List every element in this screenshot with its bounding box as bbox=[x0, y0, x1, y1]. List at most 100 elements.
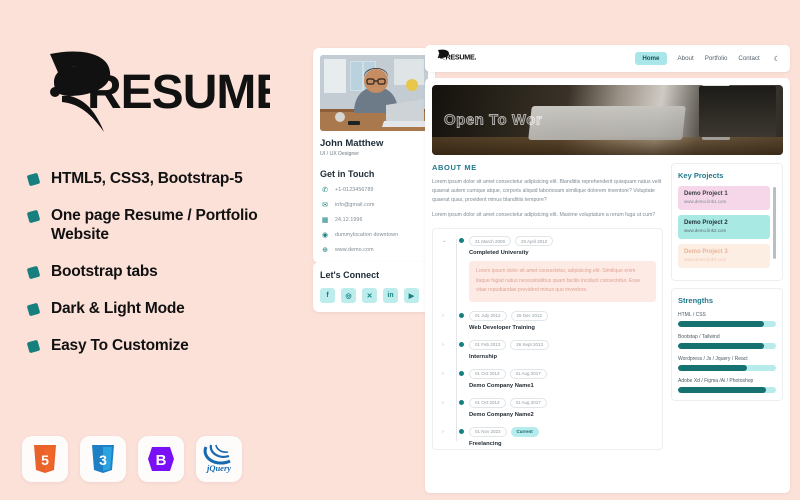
content-columns: ABOUT ME Lorem ipsum dolor sit amet cons… bbox=[432, 163, 783, 451]
contact-row-website[interactable]: ⊕ www.demo.com bbox=[320, 246, 428, 254]
globe-icon: ⊕ bbox=[322, 247, 328, 254]
chevron-right-icon[interactable]: › bbox=[442, 429, 444, 435]
main-column: ABOUT ME Lorem ipsum dolor sit amet cons… bbox=[432, 163, 663, 451]
chevron-down-icon[interactable]: ⌄ bbox=[442, 238, 447, 244]
project-card[interactable]: Demo Project 1 www.demo.link1.com bbox=[678, 186, 770, 210]
feature-item: Dark & Light Mode bbox=[26, 300, 288, 318]
projects-scrollbar[interactable] bbox=[773, 187, 776, 259]
svg-text:jQuery: jQuery bbox=[205, 463, 231, 473]
strengths-card: Strengths HTML / CSS Bootstap / Tailwind bbox=[671, 288, 783, 401]
chevron-right-icon[interactable]: › bbox=[442, 371, 444, 377]
timeline-title: Completed University bbox=[469, 250, 529, 257]
profile-role: UI / UX Designer bbox=[320, 151, 359, 157]
timeline-title: Demo Company Name1 bbox=[469, 382, 534, 389]
strengths-heading: Strengths bbox=[678, 296, 714, 305]
nav-link-home[interactable]: Home bbox=[635, 52, 667, 65]
chevron-right-icon[interactable]: › bbox=[442, 313, 444, 319]
about-heading: ABOUT ME bbox=[432, 163, 477, 172]
chevron-right-icon[interactable]: › bbox=[442, 400, 444, 406]
feature-item: One page Resume / Portfolio Website bbox=[26, 207, 288, 244]
project-card[interactable]: Demo Project 3 www.demo.link3.com bbox=[678, 244, 770, 268]
date-chip-start: 01 Oct 2013 bbox=[469, 368, 506, 379]
email-icon: ✉ bbox=[322, 202, 328, 209]
svg-text:3: 3 bbox=[99, 452, 107, 468]
resume-logo: RESUME. bbox=[30, 46, 288, 146]
strength-track bbox=[678, 321, 776, 327]
timeline-dot-icon bbox=[459, 428, 464, 434]
timeline-item[interactable]: › 01 Oct 2013 31 Aug 2017 Demo Company N… bbox=[439, 368, 656, 389]
timeline-dates: 01 Oct 2013 31 Aug 2017 bbox=[469, 368, 656, 379]
project-title: Demo Project 2 bbox=[684, 220, 728, 226]
contact-row-phone[interactable]: ✆ +1-0123456789 bbox=[320, 186, 428, 194]
project-url: www.demo.link2.com bbox=[684, 228, 727, 233]
timeline-title: Web Developer Training bbox=[469, 324, 535, 331]
projects-list: Demo Project 1 www.demo.link1.com Demo P… bbox=[678, 186, 776, 268]
timeline-item[interactable]: ⌄ 31 March 2009 25 April 2012 Completed … bbox=[439, 236, 656, 302]
strength-item: HTML / CSS bbox=[678, 312, 776, 327]
instagram-icon[interactable]: ◎ bbox=[341, 288, 356, 303]
moon-icon[interactable]: ☾ bbox=[774, 55, 780, 63]
navbar-links: Home About Portfolio Contact ☾ bbox=[635, 52, 780, 65]
logo-dot bbox=[50, 87, 60, 97]
project-title: Demo Project 1 bbox=[684, 191, 728, 197]
x-twitter-icon[interactable]: ✕ bbox=[362, 288, 377, 303]
timeline: ⌄ 31 March 2009 25 April 2012 Completed … bbox=[432, 228, 663, 451]
navbar-brand[interactable]: RESUME. bbox=[435, 49, 635, 68]
hero-headline: Open To Wor bbox=[444, 111, 543, 129]
date-chip-end: 26 Sept 2013 bbox=[510, 339, 550, 350]
timeline-item[interactable]: › 01 Feb 2013 26 Sept 2013 Internship bbox=[439, 339, 656, 360]
feature-list: HTML5, CSS3, Bootstrap-5 One page Resume… bbox=[26, 170, 288, 356]
html5-badge: 5 bbox=[22, 436, 68, 482]
project-url: www.demo.link3.com bbox=[684, 257, 727, 262]
resume-logo-graphic: RESUME. bbox=[50, 51, 270, 133]
jquery-icon: jQuery bbox=[203, 444, 231, 473]
site-column: RESUME. Home About Portfolio Contact ☾ O… bbox=[425, 45, 790, 493]
bootstrap-badge: B bbox=[138, 436, 184, 482]
about-paragraph-1: Lorem ipsum dolor sit amet consectetur a… bbox=[432, 179, 662, 204]
strength-label: Bootstap / Tailwind bbox=[678, 334, 720, 340]
key-projects-heading: Key Projects bbox=[678, 171, 724, 180]
date-chip-start: 01 Feb 2013 bbox=[469, 339, 507, 350]
nav-link-portfolio[interactable]: Portfolio bbox=[705, 55, 728, 62]
bullet-icon bbox=[26, 209, 41, 224]
timeline-dates: 01 Nov 2023 Current bbox=[469, 426, 656, 437]
strength-item: Adobe Xd / Figma /Ai / Photoshop bbox=[678, 378, 776, 393]
promo-panel: RESUME. HTML5, CSS3, Bootstrap-5 One pag… bbox=[0, 0, 310, 500]
navbar-logo-icon: RESUME. bbox=[437, 49, 477, 63]
nav-link-contact[interactable]: Contact bbox=[738, 55, 759, 62]
date-chip-end: 31 Aug 2017 bbox=[509, 368, 547, 379]
strength-fill bbox=[678, 343, 765, 349]
contact-value: +1-0123456789 bbox=[335, 187, 374, 193]
contact-row-birthdate: ▦ 24.12.1996 bbox=[320, 216, 428, 224]
timeline-item[interactable]: › 01 Nov 2023 Current Freelancing bbox=[439, 426, 656, 447]
css3-icon: 3 bbox=[92, 445, 114, 473]
profile-card: John Matthew UI / UX Designer Get in Tou… bbox=[313, 48, 435, 263]
date-chip-start: 31 March 2009 bbox=[469, 236, 512, 247]
hero-monitor bbox=[698, 86, 776, 137]
facebook-icon[interactable]: f bbox=[320, 288, 335, 303]
timeline-item[interactable]: › 01 July 2012 25 Dec 2012 Web Developer… bbox=[439, 310, 656, 331]
key-projects-card: Key Projects Demo Project 1 www.demo.lin… bbox=[671, 163, 783, 281]
bullet-icon bbox=[26, 302, 41, 317]
timeline-body: Lorem ipsum dolor sit amet consectetur, … bbox=[469, 261, 656, 302]
date-chip-start: 01 July 2012 bbox=[469, 310, 507, 321]
linkedin-icon[interactable]: in bbox=[383, 288, 398, 303]
bullet-icon bbox=[26, 340, 41, 354]
timeline-item[interactable]: › 01 Oct 2013 31 Aug 2017 Demo Company N… bbox=[439, 397, 656, 418]
strength-fill bbox=[678, 365, 747, 371]
bullet-icon bbox=[26, 172, 41, 187]
strength-fill bbox=[678, 321, 765, 327]
timeline-dot-icon bbox=[459, 238, 464, 244]
chevron-right-icon[interactable]: › bbox=[442, 342, 444, 348]
youtube-icon[interactable]: ▶ bbox=[404, 288, 419, 303]
contact-value: dummylocation downtown bbox=[335, 232, 399, 238]
svg-text:B: B bbox=[156, 452, 167, 469]
bootstrap-icon: B bbox=[148, 447, 174, 471]
contact-row-email[interactable]: ✉ info@gmail.com bbox=[320, 201, 428, 209]
feature-label: Bootstrap tabs bbox=[51, 262, 158, 280]
project-card[interactable]: Demo Project 2 www.demo.link2.com bbox=[678, 215, 770, 239]
project-url: www.demo.link1.com bbox=[684, 199, 727, 204]
nav-link-about[interactable]: About bbox=[678, 55, 694, 62]
timeline-dates: 01 Feb 2013 26 Sept 2013 bbox=[469, 339, 656, 350]
strength-label: Wordpress / Js / Jquery / React bbox=[678, 356, 748, 362]
